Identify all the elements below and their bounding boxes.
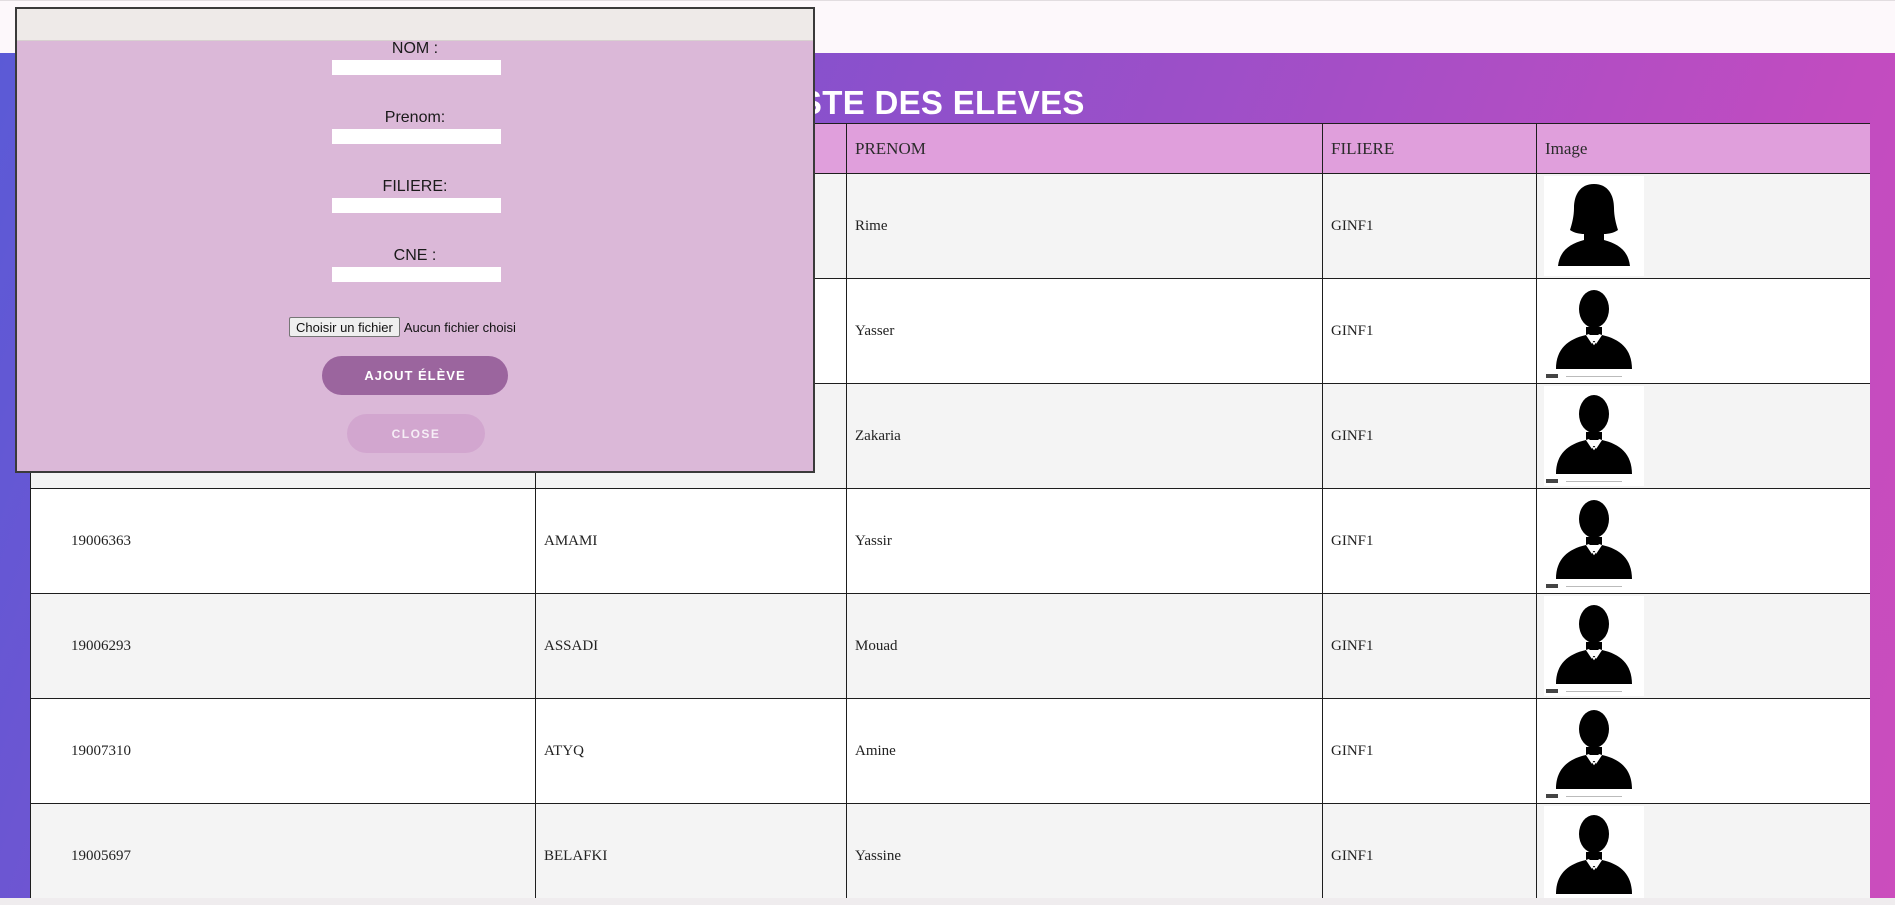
cell-filiere: GINF1: [1322, 698, 1537, 804]
prenom-label: Prenom:: [384, 109, 446, 126]
choose-file-button[interactable]: Choisir un fichier: [289, 317, 400, 337]
file-status-text: Aucun fichier choisi: [403, 319, 516, 335]
cell-cne: 19006293: [30, 593, 536, 699]
cell-nom: AMAMI: [535, 488, 847, 594]
cell-filiere: GINF1: [1322, 383, 1537, 489]
cell-nom: ASSADI: [535, 593, 847, 699]
male-avatar-icon: [1544, 281, 1644, 381]
bottom-bar: [0, 898, 1895, 905]
cell-nom: BELAFKI: [535, 803, 847, 898]
header-image: Image: [1536, 123, 1870, 174]
close-button[interactable]: CLOSE: [347, 414, 485, 453]
table-row: 19006363 AMAMI Yassir GINF1: [30, 488, 1870, 594]
cell-filiere: GINF1: [1322, 173, 1537, 279]
table-row: 19005697 BELAFKI Yassine GINF1: [30, 803, 1870, 898]
female-avatar-icon: [1544, 176, 1644, 276]
cell-image: [1536, 593, 1870, 699]
male-avatar-icon: [1544, 701, 1644, 801]
cell-image: [1536, 488, 1870, 594]
male-avatar-icon: [1544, 596, 1644, 696]
cell-image: [1536, 173, 1870, 279]
cell-prenom: Yassir: [846, 488, 1323, 594]
cell-filiere: GINF1: [1322, 278, 1537, 384]
cell-filiere: GINF1: [1322, 593, 1537, 699]
cell-filiere: GINF1: [1322, 803, 1537, 898]
cell-prenom: Zakaria: [846, 383, 1323, 489]
nom-field[interactable]: [332, 60, 501, 75]
header-filiere: FILIERE: [1322, 123, 1537, 174]
cell-prenom: Yassine: [846, 803, 1323, 898]
cell-cne: 19006363: [30, 488, 536, 594]
filiere-label: FILIERE:: [382, 178, 448, 195]
prenom-field[interactable]: [332, 129, 501, 144]
cell-prenom: Mouad: [846, 593, 1323, 699]
cell-prenom: Rime: [846, 173, 1323, 279]
male-avatar-icon: [1544, 491, 1644, 591]
cell-prenom: Amine: [846, 698, 1323, 804]
cne-label: CNE :: [393, 247, 437, 264]
cell-filiere: GINF1: [1322, 488, 1537, 594]
cell-nom: ATYQ: [535, 698, 847, 804]
cell-image: [1536, 383, 1870, 489]
cne-field[interactable]: [332, 267, 501, 282]
male-avatar-icon: [1544, 386, 1644, 486]
add-student-modal: NOM : Prenom: FILIERE: CNE : Choisir un …: [15, 7, 815, 473]
filiere-field[interactable]: [332, 198, 501, 213]
page-title: LISTE DES ELEVES: [770, 84, 1085, 121]
male-avatar-icon: [1544, 806, 1644, 898]
table-row: 19006293 ASSADI Mouad GINF1: [30, 593, 1870, 699]
file-upload-row: Choisir un fichier Aucun fichier choisi: [289, 317, 516, 337]
modal-header: [17, 9, 813, 41]
cell-image: [1536, 698, 1870, 804]
header-prenom: PRENOM: [846, 123, 1323, 174]
cell-image: [1536, 278, 1870, 384]
cell-prenom: Yasser: [846, 278, 1323, 384]
cell-cne: 19005697: [30, 803, 536, 898]
add-student-button[interactable]: AJOUT ÉLÈVE: [322, 356, 508, 395]
table-row: 19007310 ATYQ Amine GINF1: [30, 698, 1870, 804]
cell-cne: 19007310: [30, 698, 536, 804]
nom-label: NOM :: [391, 40, 439, 57]
cell-image: [1536, 803, 1870, 898]
